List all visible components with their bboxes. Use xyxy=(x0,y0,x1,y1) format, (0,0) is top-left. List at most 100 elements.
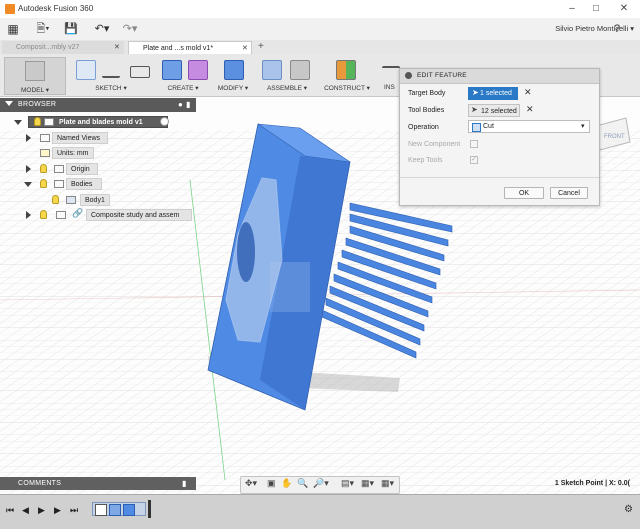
keep-tools-checkbox[interactable]: ✓ xyxy=(470,156,478,164)
workspace-switcher[interactable]: MODEL ▾ xyxy=(4,57,66,95)
comments-panel[interactable]: COMMENTS ▮ xyxy=(0,477,196,490)
close-tab-icon[interactable]: ✕ xyxy=(114,41,120,54)
collapse-icon[interactable] xyxy=(5,101,13,106)
minimize-button[interactable]: – xyxy=(562,2,582,16)
browser-header[interactable]: BROWSER ● ▮ xyxy=(0,98,196,112)
toolbar-group-sketch[interactable]: SKETCH ▾ xyxy=(88,84,134,92)
named-views-expand-icon[interactable] xyxy=(26,134,31,142)
visibility-bulb-icon[interactable] xyxy=(34,117,41,126)
form-icon[interactable] xyxy=(188,60,208,80)
browser-item-named-views[interactable]: Named Views xyxy=(52,132,108,144)
chevron-down-icon: ▾ xyxy=(581,123,585,130)
origin-expand-icon[interactable] xyxy=(26,165,31,173)
viewports-icon[interactable]: ▦▾ xyxy=(381,478,394,489)
redo-icon[interactable]: ↷▾ xyxy=(120,21,140,37)
browser-item-units[interactable]: Units: mm xyxy=(52,147,94,159)
play-icon[interactable]: ▶ xyxy=(38,505,45,516)
fit-icon[interactable]: 🔎▾ xyxy=(313,478,329,489)
undo-icon[interactable]: ↶▾ xyxy=(92,21,112,37)
ok-button[interactable]: OK xyxy=(504,187,544,199)
create-sketch-icon[interactable] xyxy=(76,60,96,80)
browser-item-component[interactable]: Composite study and assem xyxy=(86,209,192,221)
units-icon xyxy=(40,149,50,157)
comments-title: COMMENTS xyxy=(18,480,62,487)
new-tab-button[interactable]: + xyxy=(258,41,264,52)
root-expand-icon[interactable] xyxy=(14,120,22,125)
visibility-bulb-icon[interactable] xyxy=(40,164,47,173)
app-grid-icon[interactable]: ▦ xyxy=(6,21,20,37)
file-menu-icon[interactable]: 🗎▾ xyxy=(34,21,52,37)
pan-icon[interactable]: ✋ xyxy=(281,478,292,489)
comments-pin-icon[interactable]: ▮ xyxy=(182,479,186,488)
app-logo-icon xyxy=(5,4,15,14)
close-button[interactable]: ✕ xyxy=(614,2,634,16)
visibility-bulb-icon[interactable] xyxy=(40,179,47,188)
new-component-label: New Component xyxy=(408,141,461,148)
component-icon xyxy=(56,211,66,219)
browser-title: BROWSER xyxy=(18,101,57,108)
press-pull-icon[interactable] xyxy=(224,60,244,80)
timeline-settings-icon[interactable]: ⚙ xyxy=(624,504,633,515)
joint-icon[interactable] xyxy=(290,60,310,80)
cut-icon xyxy=(472,123,481,132)
folder-icon xyxy=(54,165,64,173)
clear-tool-bodies-icon[interactable]: ✕ xyxy=(526,104,534,115)
rectangle-icon[interactable] xyxy=(130,66,150,78)
toolbar-group-assemble[interactable]: ASSEMBLE ▾ xyxy=(262,84,312,92)
tab-composite-assembly[interactable]: Composit...mbly v27 ✕ xyxy=(2,41,124,54)
cursor-arrow-icon: ➤ xyxy=(472,88,479,97)
dialog-header[interactable]: EDIT FEATURE xyxy=(400,69,599,84)
toolbar-group-construct[interactable]: CONSTRUCT ▾ xyxy=(320,84,374,92)
look-at-icon[interactable]: ▣ xyxy=(267,478,276,489)
display-settings-icon[interactable]: ▤▾ xyxy=(341,478,354,489)
timeline-marker[interactable] xyxy=(148,500,151,518)
view-cube-label: FRONT xyxy=(604,134,625,140)
toolbar-group-modify[interactable]: MODIFY ▾ xyxy=(210,84,256,92)
bodies-expand-icon[interactable] xyxy=(24,182,32,187)
insert-icon[interactable] xyxy=(382,66,400,76)
tool-bodies-label: Tool Bodies xyxy=(408,107,445,114)
browser-options-icon[interactable]: ▮ xyxy=(186,100,190,109)
browser-item-bodies[interactable]: Bodies xyxy=(66,178,102,190)
save-icon[interactable]: 💾 xyxy=(64,21,78,37)
browser-item-body1[interactable]: Body1 xyxy=(80,194,110,206)
help-icon[interactable]: ? xyxy=(610,21,624,37)
step-forward-icon[interactable]: ▶ xyxy=(54,505,61,516)
go-to-end-icon[interactable]: ⏭ xyxy=(70,505,78,516)
folder-icon xyxy=(40,134,50,142)
body-icon xyxy=(66,196,76,204)
line-icon[interactable] xyxy=(102,66,120,78)
zoom-icon[interactable]: 🔍 xyxy=(297,478,308,489)
model-cube-icon xyxy=(25,61,45,81)
operation-dropdown[interactable]: Cut ▾ xyxy=(468,120,590,133)
go-to-start-icon[interactable]: ⏮ xyxy=(6,505,14,516)
visibility-bulb-icon[interactable] xyxy=(52,195,59,204)
orbit-icon[interactable]: ✥▾ xyxy=(245,478,257,489)
dialog-collapse-icon[interactable] xyxy=(405,72,412,79)
title-bar: Autodesk Fusion 360 – □ ✕ xyxy=(0,0,640,19)
tab-plate-mold[interactable]: Plate and ...s mold v1* ✕ xyxy=(128,41,252,54)
keep-tools-label: Keep Tools xyxy=(408,157,443,164)
edit-feature-dialog: EDIT FEATURE Target Body 1 selected ➤ ✕ … xyxy=(399,68,600,206)
grid-settings-icon[interactable]: ▦▾ xyxy=(361,478,374,489)
component-expand-icon[interactable] xyxy=(26,211,31,219)
navigation-bar: ✥▾ ▣ ✋ 🔍 🔎▾ ▤▾ ▦▾ ▦▾ xyxy=(240,476,400,494)
target-body-label: Target Body xyxy=(408,90,446,97)
combine-feature-icon[interactable] xyxy=(123,504,135,516)
workspace-label: MODEL ▾ xyxy=(21,87,49,94)
new-component-icon[interactable] xyxy=(262,60,282,80)
new-component-checkbox[interactable] xyxy=(470,140,478,148)
step-back-icon[interactable]: ◀ xyxy=(22,505,29,516)
cancel-button[interactable]: Cancel xyxy=(550,187,588,199)
maximize-button[interactable]: □ xyxy=(586,2,606,16)
clear-target-body-icon[interactable]: ✕ xyxy=(524,87,532,98)
toolbar-group-create[interactable]: CREATE ▾ xyxy=(160,84,206,92)
browser-item-origin[interactable]: Origin xyxy=(66,163,98,175)
offset-plane-icon[interactable] xyxy=(336,60,356,80)
visibility-bulb-icon[interactable] xyxy=(40,210,47,219)
pin-icon[interactable]: ● xyxy=(178,100,183,109)
sketch-feature-icon[interactable] xyxy=(95,504,107,516)
extrude-feature-icon[interactable] xyxy=(109,504,121,516)
extrude-icon[interactable] xyxy=(162,60,182,80)
activate-radio-icon[interactable] xyxy=(160,117,169,126)
